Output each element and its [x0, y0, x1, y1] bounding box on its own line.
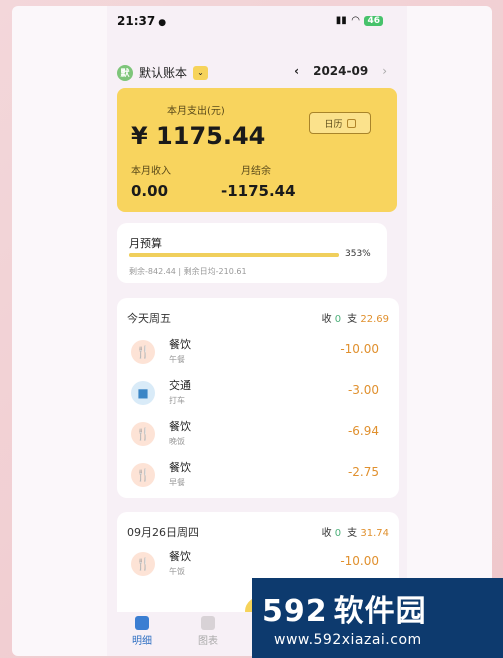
day-summary: 收 0 支 31.74: [322, 524, 389, 539]
item-note: 打车: [169, 396, 185, 405]
bus-icon: ■: [131, 381, 155, 405]
utensils-icon: 🍴: [131, 340, 155, 364]
signal-icon: ▮▮: [335, 15, 347, 26]
list-icon: [135, 616, 149, 630]
expense-label: 本月支出(元): [167, 106, 225, 117]
tab-charts[interactable]: 图表: [183, 616, 233, 647]
day-expense: 22.69: [360, 314, 389, 325]
expense-tag: 支: [347, 528, 358, 539]
calendar-button[interactable]: 日历: [309, 112, 371, 134]
item-category: 餐饮: [169, 550, 191, 563]
day-income: 0: [334, 528, 342, 539]
item-note: 早餐: [169, 478, 185, 487]
current-month: 2024-09: [313, 64, 369, 78]
day-expense: 31.74: [360, 528, 389, 539]
utensils-icon: 🍴: [131, 422, 155, 446]
ledger-selector[interactable]: 默 默认账本 ⌄: [117, 64, 209, 81]
utensils-icon: 🍴: [131, 463, 155, 487]
status-bar: 21:37 ● ▮▮ ◠ 46: [107, 14, 407, 32]
day-title: 今天周五: [127, 312, 171, 325]
item-amount: -6.94: [347, 424, 379, 438]
day-title: 09月26日周四: [127, 526, 199, 539]
watermark-url: www.592xiazai.com: [274, 632, 422, 648]
item-category: 餐饮: [169, 461, 191, 474]
chevron-right-icon[interactable]: ›: [382, 64, 387, 78]
item-note: 午餐: [169, 355, 185, 364]
ledger-name: 默认账本: [139, 66, 188, 80]
tab-details[interactable]: 明细: [117, 616, 167, 647]
income-tag: 收: [321, 528, 332, 539]
item-amount: -2.75: [347, 465, 379, 479]
balance-value: -1175.44: [221, 182, 296, 200]
item-category: 交通: [169, 379, 191, 392]
month-navigator: ‹ 2024-09 ›: [294, 64, 387, 78]
item-note: 午饭: [169, 567, 185, 576]
utensils-icon: 🍴: [131, 552, 155, 576]
day-summary: 收 0 支 22.69: [322, 310, 389, 325]
chevron-down-icon[interactable]: ⌄: [193, 65, 209, 80]
status-time: 21:37 ●: [117, 14, 167, 28]
item-category: 餐饮: [169, 338, 191, 351]
budget-percent: 353%: [345, 249, 371, 259]
expense-total: ¥ 1175.44: [131, 122, 266, 150]
calendar-button-label: 日历: [324, 119, 343, 130]
budget-progress-fill: [129, 253, 339, 257]
phone-window: 21:37 ● ▮▮ ◠ 46 默 默认账本 ⌄ ‹ 2024-09 › 本月支出…: [12, 6, 492, 656]
income-value: 0.00: [131, 182, 169, 200]
item-amount: -10.00: [340, 342, 379, 356]
battery-icon: 46: [364, 15, 383, 26]
wifi-icon: ◠: [351, 15, 360, 26]
summary-card: 本月支出(元) ¥ 1175.44 日历 本月收入 月结余 0.00 -1175…: [117, 88, 397, 212]
budget-progress-bar: [129, 253, 339, 257]
income-tag: 收: [321, 314, 332, 325]
list-item[interactable]: 🍴 餐饮 晚饭 -6.94: [117, 414, 399, 454]
budget-card[interactable]: 月预算 353% 剩余-842.44 | 剩余日均-210.61: [117, 223, 387, 283]
list-item[interactable]: 🍴 餐饮 早餐 -2.75: [117, 455, 399, 495]
status-icons: ▮▮ ◠ 46: [336, 15, 383, 26]
item-note: 晚饭: [169, 437, 185, 446]
watermark: 592 软件园 www.592xiazai.com: [252, 578, 503, 658]
app-screen: 21:37 ● ▮▮ ◠ 46 默 默认账本 ⌄ ‹ 2024-09 › 本月支出…: [107, 6, 407, 656]
balance-label: 月结余: [241, 166, 271, 177]
income-label: 本月收入: [131, 166, 171, 177]
list-item[interactable]: 🍴 餐饮 午餐 -10.00: [117, 332, 399, 372]
item-amount: -10.00: [340, 554, 379, 568]
day-income: 0: [334, 314, 342, 325]
expense-tag: 支: [347, 314, 358, 325]
person-icon: ●: [158, 18, 167, 28]
budget-note: 剩余-842.44 | 剩余日均-210.61: [129, 267, 247, 276]
chart-icon: [201, 616, 215, 630]
day-group: 今天周五 收 0 支 22.69 🍴 餐饮 午餐 -10.00 ■ 交通 打车 …: [117, 298, 399, 498]
list-item[interactable]: ■ 交通 打车 -3.00: [117, 373, 399, 413]
watermark-brand: 592 软件园: [262, 594, 427, 629]
item-category: 餐饮: [169, 420, 191, 433]
item-amount: -3.00: [347, 383, 379, 397]
ledger-icon: 默: [117, 64, 133, 81]
budget-title: 月预算: [129, 237, 162, 250]
chevron-left-icon[interactable]: ‹: [294, 64, 299, 78]
calendar-icon: [346, 118, 356, 128]
